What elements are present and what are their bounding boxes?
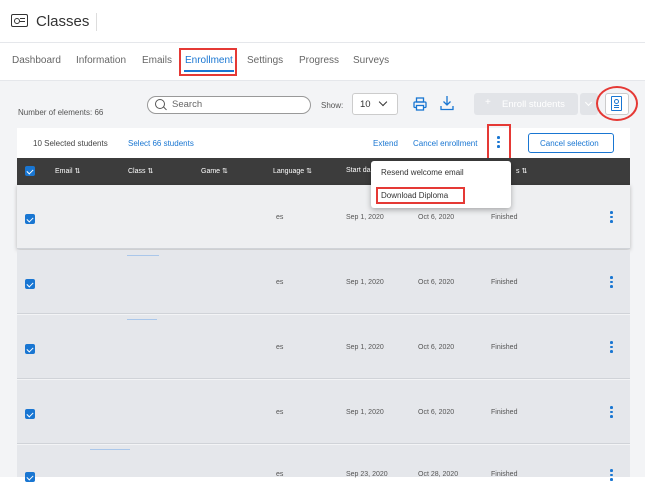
menu-item-resend-welcome-email[interactable]: Resend welcome email [381,168,464,177]
cancel-selection-label: Cancel selection [540,139,599,148]
row-end-date: Oct 6, 2020 [418,279,455,286]
row-more-icon[interactable] [610,276,613,288]
tab-emails[interactable]: Emails [142,55,172,66]
row-language: es [276,344,284,351]
row-status: Finished [491,344,518,351]
row-link [90,449,130,450]
tab-surveys[interactable]: Surveys [353,55,389,66]
column-header-game[interactable]: Game ⇅ [201,167,228,175]
row-end-date: Oct 6, 2020 [418,214,455,221]
tab-information[interactable]: Information [76,55,126,66]
select-all-link[interactable]: Select 66 students [128,139,194,148]
row-more-icon[interactable] [610,211,613,223]
row-more-icon[interactable] [610,341,613,353]
column-header-status[interactable]: s ⇅ [516,167,527,175]
number-of-elements: Number of elements: 66 [18,108,104,117]
row-checkbox[interactable] [25,472,35,482]
tab-settings[interactable]: Settings [247,55,283,66]
diploma-button-highlight [596,86,638,121]
row-status: Finished [491,279,518,286]
search-icon [155,99,165,109]
column-header-class[interactable]: Class ⇅ [128,167,153,175]
add-user-icon: + [485,97,491,108]
column-header-language[interactable]: Language ⇅ [273,167,312,175]
row-checkbox[interactable] [25,214,35,224]
page-title: Classes [36,13,90,30]
tab-dashboard[interactable]: Dashboard [12,55,61,66]
row-start-date: Sep 1, 2020 [346,279,384,286]
row-checkbox[interactable] [25,344,35,354]
row-language: es [276,214,284,221]
row-more-icon[interactable] [610,469,613,481]
print-icon[interactable] [413,97,427,111]
row-link [127,255,159,256]
table-row[interactable] [17,250,630,314]
enrollment-tab-highlight [179,48,237,76]
row-start-date: Sep 1, 2020 [346,409,384,416]
select-all-checkbox[interactable] [25,166,35,176]
table-row[interactable] [17,185,630,249]
row-checkbox[interactable] [25,279,35,289]
row-language: es [276,409,284,416]
column-header-email[interactable]: Email ⇅ [55,167,80,175]
row-more-icon[interactable] [610,406,613,418]
tab-progress[interactable]: Progress [299,55,339,66]
row-status: Finished [491,214,518,221]
row-checkbox[interactable] [25,409,35,419]
download-icon[interactable] [440,95,454,111]
more-options-highlight [487,124,511,160]
selected-count: 10 Selected students [33,139,108,148]
row-start-date: Sep 1, 2020 [346,214,384,221]
row-end-date: Oct 6, 2020 [418,409,455,416]
column-header-start-date[interactable]: Start da [346,167,371,174]
row-language: es [276,279,284,286]
row-start-date: Sep 1, 2020 [346,344,384,351]
row-end-date: Oct 6, 2020 [418,344,455,351]
enroll-students-label: Enroll students [502,99,565,110]
table-row[interactable] [17,315,630,379]
classes-logo-icon [11,14,28,27]
search-placeholder: Search [172,99,203,110]
table-row[interactable] [17,380,630,444]
row-status: Finished [491,409,518,416]
show-label: Show: [321,101,344,110]
extend-link[interactable]: Extend [373,139,398,148]
row-link [127,319,157,320]
download-diploma-highlight [376,187,465,204]
header-divider [96,13,97,31]
table-header [17,158,630,185]
show-value: 10 [360,99,371,110]
show-select[interactable] [352,93,398,115]
cancel-enrollment-link[interactable]: Cancel enrollment [413,139,477,148]
